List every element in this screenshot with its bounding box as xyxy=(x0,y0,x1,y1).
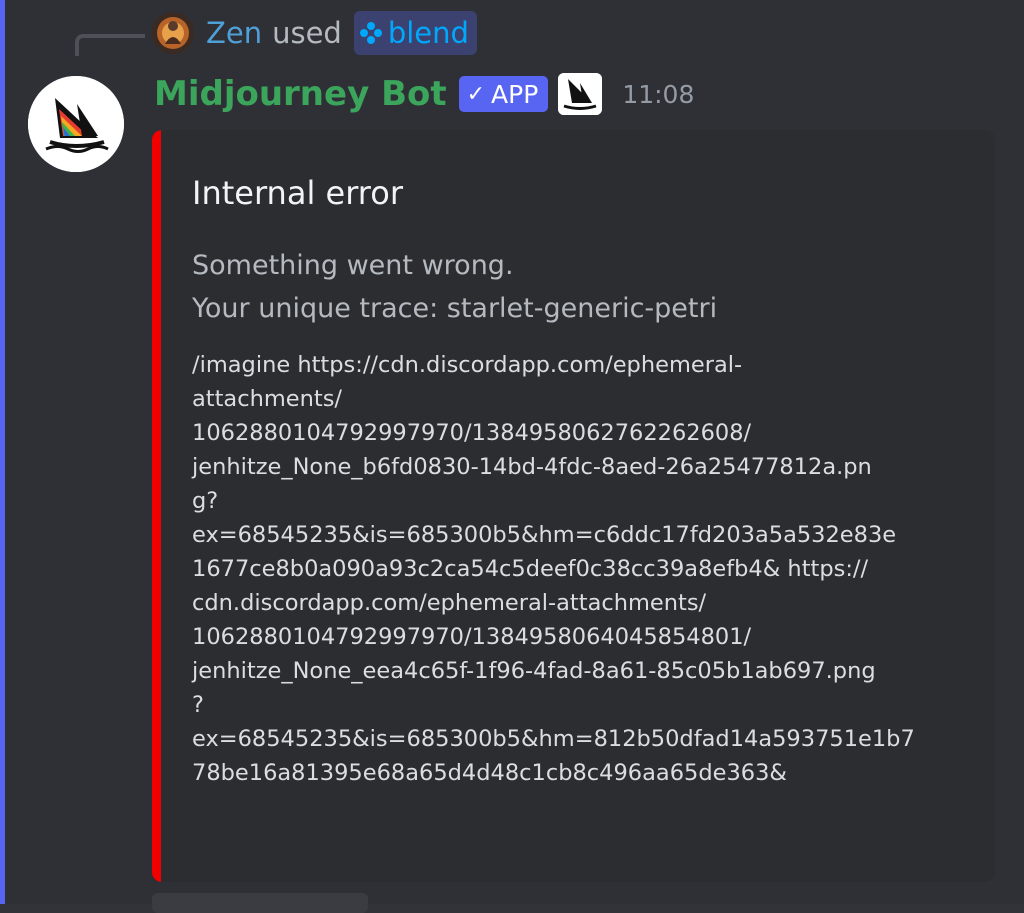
embed-color-bar xyxy=(152,130,161,882)
command-line: 78be16a81395e68a65d4d48c1cb8c496aa65de36… xyxy=(192,760,787,786)
embed-description-line: Something went wrong. xyxy=(192,250,514,281)
app-badge-label: APP xyxy=(491,79,539,109)
command-line: 1062880104792997970/1384958064045854801/ xyxy=(192,624,752,650)
error-embed: Internal error Something went wrong. You… xyxy=(152,130,995,882)
interaction-verb: used xyxy=(272,16,342,50)
command-line: jenhitze_None_eea4c65f-1f96-4fad-8a61-85… xyxy=(192,658,876,684)
midjourney-logo-icon xyxy=(558,73,603,115)
command-line: ? xyxy=(192,692,204,718)
blend-command-icon xyxy=(359,22,382,44)
command-line: ex=68545235&is=685300b5&hm=812b50dfad14a… xyxy=(192,726,915,752)
embed-command-text: /imagine https://cdn.discordapp.com/ephe… xyxy=(192,348,982,790)
author-name[interactable]: Midjourney Bot xyxy=(154,74,447,114)
interaction-username[interactable]: Zen xyxy=(206,16,262,50)
check-icon: ✓ xyxy=(466,81,486,107)
message-header: Midjourney Bot ✓ APP 11:08 xyxy=(154,70,694,118)
command-line: attachments/ xyxy=(192,386,342,412)
timestamp[interactable]: 11:08 xyxy=(622,80,694,109)
command-line: 1677ce8b0a090a93c2ca54c5deef0c38cc39a8ef… xyxy=(192,556,869,582)
command-line: g? xyxy=(192,488,219,514)
embed-title: Internal error xyxy=(192,174,403,212)
command-line: ex=68545235&is=685300b5&hm=c6ddc17fd203a… xyxy=(192,522,897,548)
embed-description: Something went wrong. Your unique trace:… xyxy=(192,244,972,330)
embed-description-line: Your unique trace: starlet-generic-petri xyxy=(192,293,718,324)
user-avatar[interactable] xyxy=(152,12,194,54)
next-component-stub xyxy=(152,893,368,913)
command-name: blend xyxy=(387,16,469,50)
command-line: /imagine https://cdn.discordapp.com/ephe… xyxy=(192,352,743,378)
interaction-header: Zen used blend xyxy=(152,10,477,56)
command-line: 1062880104792997970/1384958062762262608/ xyxy=(192,420,752,446)
app-badge: ✓ APP xyxy=(458,76,549,112)
bot-avatar[interactable] xyxy=(28,76,124,172)
command-line: jenhitze_None_b6fd0830-14bd-4fdc-8aed-26… xyxy=(192,454,872,480)
command-line: cdn.discordapp.com/ephemeral-attachments… xyxy=(192,590,707,616)
reply-spine xyxy=(75,34,145,56)
command-mention[interactable]: blend xyxy=(353,11,477,55)
